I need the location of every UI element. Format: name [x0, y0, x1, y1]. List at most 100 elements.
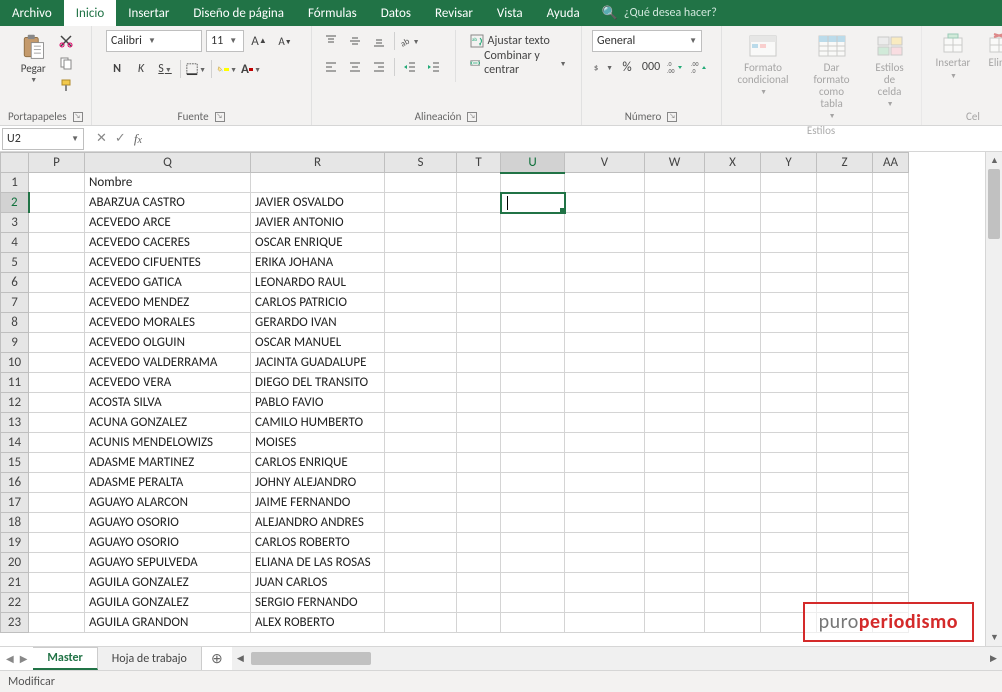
cell-W22[interactable]	[645, 593, 705, 613]
cell-R14[interactable]: MOISES	[251, 433, 385, 453]
cell-X18[interactable]	[705, 513, 761, 533]
tell-me-search[interactable]: 🔍¿Qué desea hacer?	[602, 0, 717, 26]
cell-T20[interactable]	[457, 553, 501, 573]
cell-Q19[interactable]: AGUAYO OSORIO	[85, 533, 251, 553]
cell-U9[interactable]	[501, 333, 565, 353]
scroll-up-button[interactable]: ▲	[986, 152, 1002, 169]
cell-V19[interactable]	[565, 533, 645, 553]
cell-T17[interactable]	[457, 493, 501, 513]
cell-Z14[interactable]	[817, 433, 873, 453]
col-header-U[interactable]: U	[501, 153, 565, 173]
align-top-button[interactable]	[320, 30, 342, 52]
cell-T1[interactable]	[457, 173, 501, 193]
cell-U13[interactable]	[501, 413, 565, 433]
cell-S17[interactable]	[385, 493, 457, 513]
cell-Y7[interactable]	[761, 293, 817, 313]
cell-Y18[interactable]	[761, 513, 817, 533]
cell-AA17[interactable]	[873, 493, 909, 513]
italic-button[interactable]: K	[130, 58, 152, 80]
border-button[interactable]: ▼	[185, 58, 207, 80]
cell-R15[interactable]: CARLOS ENRIQUE	[251, 453, 385, 473]
cell-R10[interactable]: JACINTA GUADALUPE	[251, 353, 385, 373]
cell-V14[interactable]	[565, 433, 645, 453]
decrease-font-button[interactable]: A▼	[274, 30, 296, 52]
cell-Q12[interactable]: ACOSTA SILVA	[85, 393, 251, 413]
cell-R16[interactable]: JOHNY ALEJANDRO	[251, 473, 385, 493]
cell-V21[interactable]	[565, 573, 645, 593]
row-header-15[interactable]: 15	[1, 453, 29, 473]
menu-tab-datos[interactable]: Datos	[369, 0, 423, 26]
cell-Z8[interactable]	[817, 313, 873, 333]
cell-Z16[interactable]	[817, 473, 873, 493]
cell-V9[interactable]	[565, 333, 645, 353]
horizontal-scrollbar[interactable]: ◀ ▶	[232, 647, 1002, 670]
cell-Z4[interactable]	[817, 233, 873, 253]
cell-V6[interactable]	[565, 273, 645, 293]
cell-S3[interactable]	[385, 213, 457, 233]
cell-P2[interactable]	[29, 193, 85, 213]
cell-P12[interactable]	[29, 393, 85, 413]
format-painter-button[interactable]	[57, 76, 75, 94]
cell-AA14[interactable]	[873, 433, 909, 453]
add-sheet-button[interactable]: ⊕	[202, 647, 232, 670]
row-header-20[interactable]: 20	[1, 553, 29, 573]
cell-Q22[interactable]: AGUILA GONZALEZ	[85, 593, 251, 613]
cell-T19[interactable]	[457, 533, 501, 553]
cell-P21[interactable]	[29, 573, 85, 593]
cell-U4[interactable]	[501, 233, 565, 253]
cell-AA2[interactable]	[873, 193, 909, 213]
cell-AA11[interactable]	[873, 373, 909, 393]
cell-W14[interactable]	[645, 433, 705, 453]
col-header-Y[interactable]: Y	[761, 153, 817, 173]
cell-Z3[interactable]	[817, 213, 873, 233]
col-header-Q[interactable]: Q	[85, 153, 251, 173]
cell-R9[interactable]: OSCAR MANUEL	[251, 333, 385, 353]
cell-Q23[interactable]: AGUILA GRANDON	[85, 613, 251, 633]
sheet-nav-next[interactable]: ▶	[20, 652, 28, 665]
cell-R19[interactable]: CARLOS ROBERTO	[251, 533, 385, 553]
accounting-format-button[interactable]: $▼	[592, 56, 614, 78]
name-box[interactable]: U2▼	[2, 128, 84, 150]
cell-X6[interactable]	[705, 273, 761, 293]
align-bottom-button[interactable]	[368, 30, 390, 52]
cell-X15[interactable]	[705, 453, 761, 473]
cell-W1[interactable]	[645, 173, 705, 193]
worksheet-grid[interactable]: PQRSTUVWXYZAA1Nombre2ABARZUA CASTROJAVIE…	[0, 152, 1002, 646]
paste-button[interactable]: Pegar ▼	[15, 30, 51, 86]
row-header-9[interactable]: 9	[1, 333, 29, 353]
cell-T4[interactable]	[457, 233, 501, 253]
cell-V1[interactable]	[565, 173, 645, 193]
cell-R5[interactable]: ERIKA JOHANA	[251, 253, 385, 273]
cell-Q2[interactable]: ABARZUA CASTRO	[85, 193, 251, 213]
row-header-8[interactable]: 8	[1, 313, 29, 333]
cell-AA9[interactable]	[873, 333, 909, 353]
cell-Z12[interactable]	[817, 393, 873, 413]
cell-V11[interactable]	[565, 373, 645, 393]
cell-R23[interactable]: ALEX ROBERTO	[251, 613, 385, 633]
row-header-11[interactable]: 11	[1, 373, 29, 393]
cell-S16[interactable]	[385, 473, 457, 493]
cell-Q10[interactable]: ACEVEDO VALDERRAMA	[85, 353, 251, 373]
cell-Z17[interactable]	[817, 493, 873, 513]
sheet-nav-prev[interactable]: ◀	[6, 652, 14, 665]
cell-W19[interactable]	[645, 533, 705, 553]
cell-X10[interactable]	[705, 353, 761, 373]
cell-P23[interactable]	[29, 613, 85, 633]
cell-V10[interactable]	[565, 353, 645, 373]
row-header-5[interactable]: 5	[1, 253, 29, 273]
cell-AA20[interactable]	[873, 553, 909, 573]
cell-W21[interactable]	[645, 573, 705, 593]
cell-S22[interactable]	[385, 593, 457, 613]
cell-T18[interactable]	[457, 513, 501, 533]
scroll-thumb[interactable]	[988, 169, 1000, 239]
menu-tab-insertar[interactable]: Insertar	[116, 0, 181, 26]
cell-P7[interactable]	[29, 293, 85, 313]
cell-P22[interactable]	[29, 593, 85, 613]
scroll-right-button[interactable]: ▶	[985, 650, 1002, 667]
row-header-19[interactable]: 19	[1, 533, 29, 553]
cell-Y13[interactable]	[761, 413, 817, 433]
cell-AA3[interactable]	[873, 213, 909, 233]
cell-U19[interactable]	[501, 533, 565, 553]
row-header-21[interactable]: 21	[1, 573, 29, 593]
clipboard-dialog-launcher[interactable]	[73, 112, 83, 122]
